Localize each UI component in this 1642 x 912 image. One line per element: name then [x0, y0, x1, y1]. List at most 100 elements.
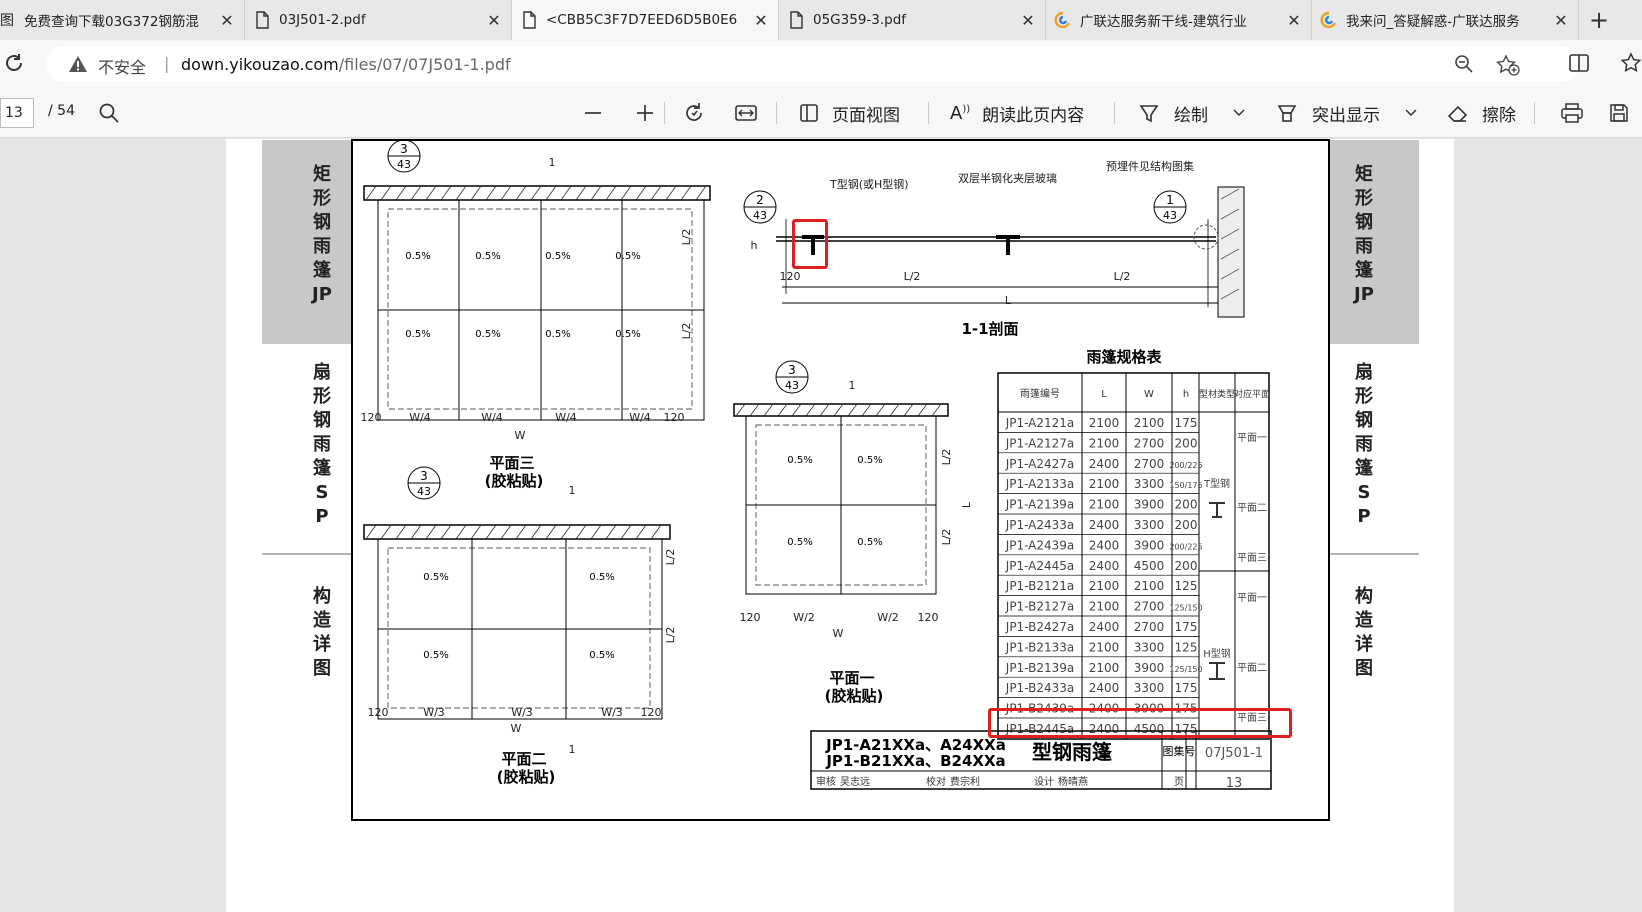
tab-title: 我来问_答疑解惑-广联达服务 [1346, 14, 1520, 30]
tab-05g359-3[interactable]: 05G359-3.pdf ✕ [779, 0, 1046, 40]
svg-text:W/3: W/3 [423, 706, 445, 719]
print-icon [1561, 103, 1583, 123]
draw-button[interactable]: 绘制 [1138, 100, 1208, 126]
table-cell: 2400 [1089, 620, 1120, 634]
side-label-fan-left: 扇形钢雨篷SP [310, 361, 334, 529]
zoom-out-icon[interactable] [1454, 54, 1474, 74]
table-cell: 175 [1175, 416, 1198, 430]
svg-text:平面二: 平面二 [1237, 503, 1267, 514]
svg-text:0.5%: 0.5% [787, 537, 812, 548]
svg-text:平面三: 平面三 [489, 454, 534, 472]
svg-text:3: 3 [788, 363, 796, 377]
svg-text:W/4: W/4 [555, 411, 577, 424]
svg-text:W/4: W/4 [481, 411, 503, 424]
title-block: JP1-A21XXa、A24XXa JP1-B21XXa、B24XXa 型钢雨篷… [810, 730, 1272, 791]
url-path: /files/07/07J501-1.pdf [338, 55, 511, 74]
svg-text:0.5%: 0.5% [545, 251, 570, 262]
tab-glodon-service[interactable]: 广联达服务新干线-建筑行业 ✕ [1046, 0, 1312, 40]
table-cell: JP1-A2439a [1005, 538, 1075, 552]
side-label-detail-right: 构造详图 [1352, 585, 1376, 681]
side-text: 矩形钢雨篷JP [1354, 164, 1374, 305]
url-host: down.yikouzao.com [181, 55, 339, 74]
pdf-file-icon [523, 11, 536, 29]
save-button[interactable] [1608, 100, 1630, 126]
add-favorite-icon[interactable] [1496, 54, 1520, 76]
insecure-label[interactable]: 不安全 [98, 54, 146, 78]
side-text: 构造详图 [1355, 586, 1373, 679]
svg-text:W/2: W/2 [793, 611, 815, 624]
address-bar[interactable]: 不安全 | down.yikouzao.com/files/07/07J501-… [46, 46, 1580, 82]
svg-text:0.5%: 0.5% [615, 251, 640, 262]
tab-image-search[interactable]: 图 免费查询下载03G372钢筋混 ✕ [0, 0, 245, 40]
tab-glodon-qa[interactable]: 我来问_答疑解惑-广联达服务 ✕ [1312, 0, 1579, 40]
close-tab-icon[interactable]: ✕ [1019, 11, 1037, 30]
toolbar-divider [776, 102, 777, 124]
tab-title: 广联达服务新干线-建筑行业 [1080, 14, 1247, 30]
svg-text:3: 3 [420, 469, 428, 483]
svg-text:13: 13 [1226, 776, 1243, 791]
svg-text:1: 1 [1166, 193, 1174, 207]
reload-icon[interactable] [2, 51, 26, 75]
svg-text:型材类型: 型材类型 [1199, 388, 1235, 400]
close-tab-icon[interactable]: ✕ [1285, 11, 1303, 30]
close-tab-icon[interactable]: ✕ [485, 11, 503, 30]
chevron-down-icon[interactable] [1232, 108, 1246, 118]
svg-text:0.5%: 0.5% [405, 329, 430, 340]
draw-label: 绘制 [1174, 105, 1208, 126]
svg-text:L/2: L/2 [1114, 270, 1131, 283]
svg-text:0.5%: 0.5% [857, 455, 882, 466]
highlight-label: 突出显示 [1312, 105, 1380, 126]
close-tab-icon[interactable]: ✕ [752, 11, 770, 30]
svg-text:W: W [515, 429, 526, 442]
tab-03j501-2[interactable]: 03J501-2.pdf ✕ [245, 0, 512, 40]
url-text[interactable]: down.yikouzao.com/files/07/07J501-1.pdf [181, 55, 511, 74]
pdf-page: 3 43 3 43 3 43 2 43 1 43 0.5% 0.5% 0.5% 0.… [226, 139, 1454, 912]
split-screen-icon[interactable] [1568, 52, 1590, 74]
page-view-button[interactable]: 页面视图 [798, 100, 900, 126]
tab-title: <CBB5C3F7D7EED6D5B0E6 [546, 12, 738, 28]
page-view-label: 页面视图 [832, 105, 900, 126]
draw-icon [1139, 105, 1159, 123]
new-tab-button[interactable]: + [1579, 0, 1619, 40]
rotate-button[interactable] [682, 100, 706, 126]
favorites-icon[interactable] [1620, 52, 1642, 74]
svg-text:L/2: L/2 [904, 270, 921, 283]
table-cell: JP1-A2445a [1005, 559, 1075, 573]
tab-current-pdf[interactable]: <CBB5C3F7D7EED6D5B0E6 ✕ [512, 0, 779, 40]
svg-text:L/2: L/2 [680, 323, 693, 340]
svg-text:0.5%: 0.5% [475, 329, 500, 340]
warning-icon[interactable] [68, 54, 88, 74]
svg-text:0.5%: 0.5% [545, 329, 570, 340]
svg-text:0.5%: 0.5% [423, 650, 448, 661]
svg-text:平面三: 平面三 [1237, 553, 1267, 564]
svg-text:L: L [1101, 389, 1107, 400]
svg-text:h: h [1183, 389, 1189, 400]
fit-width-button[interactable] [734, 100, 758, 126]
side-text: 构造详图 [313, 586, 331, 679]
highlight-box-row [988, 708, 1292, 738]
callout-section-2: 2 43 [743, 190, 777, 224]
svg-text:杨晴燕: 杨晴燕 [1058, 775, 1088, 788]
read-aloud-button[interactable]: A)) 朗读此页内容 [950, 100, 1084, 126]
table-cell: 2100 [1089, 600, 1120, 614]
close-tab-icon[interactable]: ✕ [1552, 11, 1570, 30]
chevron-down-icon[interactable] [1404, 108, 1418, 118]
erase-button[interactable]: 擦除 [1446, 100, 1516, 126]
svg-text:0.5%: 0.5% [787, 455, 812, 466]
callout-plan3: 3 43 [387, 139, 421, 173]
print-button[interactable] [1560, 100, 1584, 126]
svg-text:L/2: L/2 [664, 549, 677, 566]
svg-text:双层半钢化夹层玻璃: 双层半钢化夹层玻璃 [958, 171, 1057, 185]
zoom-out-button[interactable] [582, 100, 604, 126]
toolbar-divider [1534, 102, 1535, 124]
svg-text:120: 120 [664, 411, 685, 424]
close-tab-icon[interactable]: ✕ [218, 11, 236, 30]
table-cell: 2400 [1089, 518, 1120, 532]
search-icon[interactable] [98, 102, 120, 124]
highlight-button[interactable]: 突出显示 [1276, 100, 1380, 126]
rotate-icon [686, 103, 702, 121]
page-number-input[interactable]: 13 [0, 98, 34, 128]
read-aloud-label: 朗读此页内容 [982, 105, 1085, 126]
table-cell: 2100 [1089, 498, 1120, 512]
zoom-in-button[interactable] [634, 100, 656, 126]
